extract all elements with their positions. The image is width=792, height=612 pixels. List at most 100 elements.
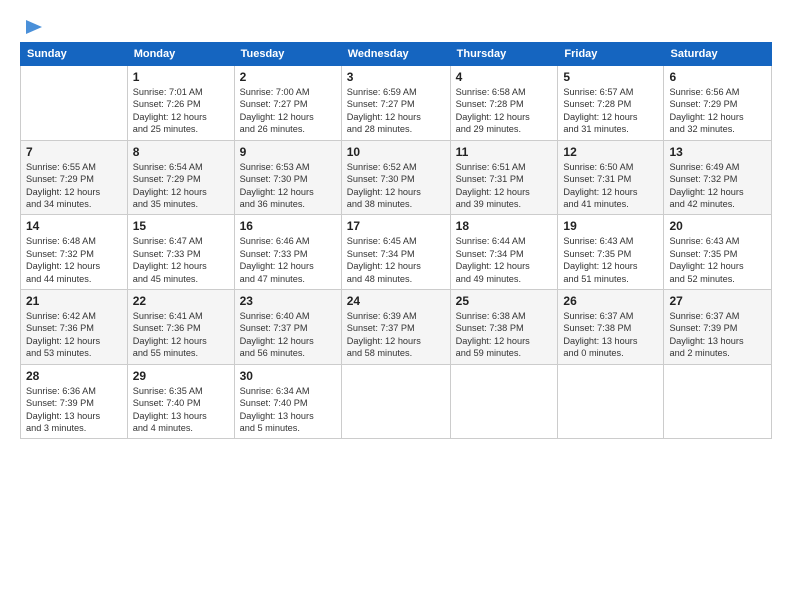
calendar-cell: 22 Sunrise: 6:41 AM Sunset: 7:36 PM Dayli… bbox=[127, 290, 234, 365]
calendar-cell: 2 Sunrise: 7:00 AM Sunset: 7:27 PM Daylig… bbox=[234, 66, 341, 141]
cell-day-number: 9 bbox=[240, 145, 336, 159]
cell-info-text: Sunrise: 6:58 AM Sunset: 7:28 PM Dayligh… bbox=[456, 86, 553, 136]
calendar-cell: 24 Sunrise: 6:39 AM Sunset: 7:37 PM Dayli… bbox=[341, 290, 450, 365]
calendar-cell: 12Sunrise: 6:50 AM Sunset: 7:31 PM Dayli… bbox=[558, 140, 664, 215]
col-header-tuesday: Tuesday bbox=[234, 43, 341, 66]
cell-day-number: 3 bbox=[347, 70, 445, 84]
cell-day-number: 19 bbox=[563, 219, 658, 233]
cell-day-number: 27 bbox=[669, 294, 766, 308]
calendar-cell: 1 Sunrise: 7:01 AM Sunset: 7:26 PM Daylig… bbox=[127, 66, 234, 141]
calendar-cell: 17 Sunrise: 6:45 AM Sunset: 7:34 PM Dayli… bbox=[341, 215, 450, 290]
cell-info-text: Sunrise: 6:42 AM Sunset: 7:36 PM Dayligh… bbox=[26, 310, 122, 360]
cell-info-text: Sunrise: 6:35 AM Sunset: 7:40 PM Dayligh… bbox=[133, 385, 229, 435]
cell-info-text: Sunrise: 6:40 AM Sunset: 7:37 PM Dayligh… bbox=[240, 310, 336, 360]
cell-info-text: Sunrise: 7:00 AM Sunset: 7:27 PM Dayligh… bbox=[240, 86, 336, 136]
week-row-4: 21Sunrise: 6:42 AM Sunset: 7:36 PM Dayli… bbox=[21, 290, 772, 365]
cell-day-number: 13 bbox=[669, 145, 766, 159]
cell-day-number: 22 bbox=[133, 294, 229, 308]
week-row-3: 14Sunrise: 6:48 AM Sunset: 7:32 PM Dayli… bbox=[21, 215, 772, 290]
cell-day-number: 1 bbox=[133, 70, 229, 84]
col-header-wednesday: Wednesday bbox=[341, 43, 450, 66]
calendar-cell bbox=[558, 364, 664, 439]
cell-day-number: 29 bbox=[133, 369, 229, 383]
calendar-cell: 19 Sunrise: 6:43 AM Sunset: 7:35 PM Dayli… bbox=[558, 215, 664, 290]
cell-info-text: Sunrise: 6:38 AM Sunset: 7:38 PM Dayligh… bbox=[456, 310, 553, 360]
calendar-cell: 23 Sunrise: 6:40 AM Sunset: 7:37 PM Dayli… bbox=[234, 290, 341, 365]
cell-info-text: Sunrise: 6:59 AM Sunset: 7:27 PM Dayligh… bbox=[347, 86, 445, 136]
calendar-cell bbox=[21, 66, 128, 141]
calendar-cell: 6Sunrise: 6:56 AM Sunset: 7:29 PM Daylig… bbox=[664, 66, 772, 141]
cell-info-text: Sunrise: 6:57 AM Sunset: 7:28 PM Dayligh… bbox=[563, 86, 658, 136]
header-row-days: SundayMondayTuesdayWednesdayThursdayFrid… bbox=[21, 43, 772, 66]
calendar-cell: 28 Sunrise: 6:36 AM Sunset: 7:39 PM Dayli… bbox=[21, 364, 128, 439]
cell-day-number: 6 bbox=[669, 70, 766, 84]
cell-day-number: 15 bbox=[133, 219, 229, 233]
cell-day-number: 24 bbox=[347, 294, 445, 308]
cell-info-text: Sunrise: 6:41 AM Sunset: 7:36 PM Dayligh… bbox=[133, 310, 229, 360]
cell-day-number: 2 bbox=[240, 70, 336, 84]
page: SundayMondayTuesdayWednesdayThursdayFrid… bbox=[0, 0, 792, 612]
header-row bbox=[20, 18, 772, 34]
logo bbox=[20, 18, 44, 34]
col-header-monday: Monday bbox=[127, 43, 234, 66]
cell-info-text: Sunrise: 6:49 AM Sunset: 7:32 PM Dayligh… bbox=[669, 161, 766, 211]
cell-info-text: Sunrise: 6:37 AM Sunset: 7:38 PM Dayligh… bbox=[563, 310, 658, 360]
cell-day-number: 7 bbox=[26, 145, 122, 159]
cell-day-number: 5 bbox=[563, 70, 658, 84]
calendar-cell: 27Sunrise: 6:37 AM Sunset: 7:39 PM Dayli… bbox=[664, 290, 772, 365]
calendar-cell: 10Sunrise: 6:52 AM Sunset: 7:30 PM Dayli… bbox=[341, 140, 450, 215]
cell-day-number: 28 bbox=[26, 369, 122, 383]
cell-day-number: 14 bbox=[26, 219, 122, 233]
cell-day-number: 11 bbox=[456, 145, 553, 159]
calendar-cell bbox=[450, 364, 558, 439]
cell-info-text: Sunrise: 6:46 AM Sunset: 7:33 PM Dayligh… bbox=[240, 235, 336, 285]
cell-day-number: 12 bbox=[563, 145, 658, 159]
cell-info-text: Sunrise: 6:43 AM Sunset: 7:35 PM Dayligh… bbox=[563, 235, 658, 285]
calendar-cell bbox=[664, 364, 772, 439]
calendar-cell: 21Sunrise: 6:42 AM Sunset: 7:36 PM Dayli… bbox=[21, 290, 128, 365]
col-header-thursday: Thursday bbox=[450, 43, 558, 66]
col-header-friday: Friday bbox=[558, 43, 664, 66]
cell-day-number: 30 bbox=[240, 369, 336, 383]
week-row-5: 28 Sunrise: 6:36 AM Sunset: 7:39 PM Dayli… bbox=[21, 364, 772, 439]
cell-info-text: Sunrise: 6:53 AM Sunset: 7:30 PM Dayligh… bbox=[240, 161, 336, 211]
cell-info-text: Sunrise: 6:51 AM Sunset: 7:31 PM Dayligh… bbox=[456, 161, 553, 211]
calendar-cell: 9 Sunrise: 6:53 AM Sunset: 7:30 PM Daylig… bbox=[234, 140, 341, 215]
cell-day-number: 16 bbox=[240, 219, 336, 233]
calendar-cell: 18 Sunrise: 6:44 AM Sunset: 7:34 PM Dayli… bbox=[450, 215, 558, 290]
calendar-cell: 7Sunrise: 6:55 AM Sunset: 7:29 PM Daylig… bbox=[21, 140, 128, 215]
cell-info-text: Sunrise: 7:01 AM Sunset: 7:26 PM Dayligh… bbox=[133, 86, 229, 136]
week-row-1: 1 Sunrise: 7:01 AM Sunset: 7:26 PM Daylig… bbox=[21, 66, 772, 141]
cell-info-text: Sunrise: 6:54 AM Sunset: 7:29 PM Dayligh… bbox=[133, 161, 229, 211]
cell-day-number: 20 bbox=[669, 219, 766, 233]
calendar-cell: 29 Sunrise: 6:35 AM Sunset: 7:40 PM Dayli… bbox=[127, 364, 234, 439]
cell-info-text: Sunrise: 6:47 AM Sunset: 7:33 PM Dayligh… bbox=[133, 235, 229, 285]
calendar-cell: 8 Sunrise: 6:54 AM Sunset: 7:29 PM Daylig… bbox=[127, 140, 234, 215]
cell-day-number: 23 bbox=[240, 294, 336, 308]
calendar-cell: 30Sunrise: 6:34 AM Sunset: 7:40 PM Dayli… bbox=[234, 364, 341, 439]
cell-day-number: 26 bbox=[563, 294, 658, 308]
cell-day-number: 4 bbox=[456, 70, 553, 84]
calendar-cell: 14Sunrise: 6:48 AM Sunset: 7:32 PM Dayli… bbox=[21, 215, 128, 290]
logo-arrow-icon bbox=[22, 18, 44, 36]
cell-day-number: 17 bbox=[347, 219, 445, 233]
week-row-2: 7Sunrise: 6:55 AM Sunset: 7:29 PM Daylig… bbox=[21, 140, 772, 215]
cell-day-number: 25 bbox=[456, 294, 553, 308]
cell-day-number: 18 bbox=[456, 219, 553, 233]
cell-day-number: 8 bbox=[133, 145, 229, 159]
calendar-cell: 16 Sunrise: 6:46 AM Sunset: 7:33 PM Dayli… bbox=[234, 215, 341, 290]
calendar-cell: 26 Sunrise: 6:37 AM Sunset: 7:38 PM Dayli… bbox=[558, 290, 664, 365]
calendar-cell: 25 Sunrise: 6:38 AM Sunset: 7:38 PM Dayli… bbox=[450, 290, 558, 365]
calendar-table: SundayMondayTuesdayWednesdayThursdayFrid… bbox=[20, 42, 772, 439]
calendar-cell: 4 Sunrise: 6:58 AM Sunset: 7:28 PM Daylig… bbox=[450, 66, 558, 141]
cell-info-text: Sunrise: 6:44 AM Sunset: 7:34 PM Dayligh… bbox=[456, 235, 553, 285]
cell-info-text: Sunrise: 6:45 AM Sunset: 7:34 PM Dayligh… bbox=[347, 235, 445, 285]
cell-info-text: Sunrise: 6:39 AM Sunset: 7:37 PM Dayligh… bbox=[347, 310, 445, 360]
calendar-cell: 5 Sunrise: 6:57 AM Sunset: 7:28 PM Daylig… bbox=[558, 66, 664, 141]
calendar-cell bbox=[341, 364, 450, 439]
cell-info-text: Sunrise: 6:52 AM Sunset: 7:30 PM Dayligh… bbox=[347, 161, 445, 211]
cell-info-text: Sunrise: 6:36 AM Sunset: 7:39 PM Dayligh… bbox=[26, 385, 122, 435]
calendar-cell: 20Sunrise: 6:43 AM Sunset: 7:35 PM Dayli… bbox=[664, 215, 772, 290]
calendar-cell: 15 Sunrise: 6:47 AM Sunset: 7:33 PM Dayli… bbox=[127, 215, 234, 290]
calendar-cell: 11 Sunrise: 6:51 AM Sunset: 7:31 PM Dayli… bbox=[450, 140, 558, 215]
